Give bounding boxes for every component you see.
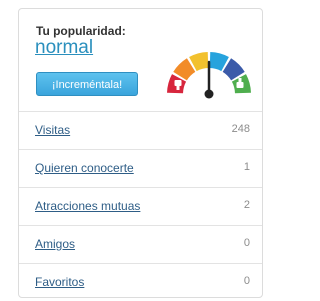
popularity-gauge: [167, 52, 251, 99]
stats-count-mutual-attractions: 2: [243, 199, 250, 211]
stats-count-want-to-meet: 1: [243, 161, 250, 173]
popularity-title: Tu popularidad:: [36, 24, 126, 38]
stats-row-friends[interactable]: Amigos 0: [19, 225, 262, 263]
stats-label-want-to-meet[interactable]: Quieren conocerte: [35, 161, 134, 175]
stats-label-friends[interactable]: Amigos: [35, 237, 75, 251]
popularity-panel: Tu popularidad: normal ¡Increméntala! Vi…: [18, 8, 263, 298]
stats-count-friends: 0: [243, 237, 250, 249]
gauge-hub: [204, 89, 214, 99]
stats-row-favorites[interactable]: Favoritos 0: [19, 263, 262, 301]
stats-count-visits: 248: [231, 123, 250, 135]
stats-label-mutual-attractions[interactable]: Atracciones mutuas: [35, 199, 140, 213]
stats-row-want-to-meet[interactable]: Quieren conocerte 1: [19, 149, 262, 187]
popularity-level-link[interactable]: normal: [35, 37, 93, 59]
stats-list: Visitas 248 Quieren conocerte 1 Atraccio…: [19, 111, 262, 301]
stats-row-visits[interactable]: Visitas 248: [19, 111, 262, 149]
stats-label-favorites[interactable]: Favoritos: [35, 275, 84, 289]
stats-label-visits[interactable]: Visitas: [35, 123, 70, 137]
increase-popularity-button[interactable]: ¡Increméntala!: [36, 72, 138, 96]
stats-count-favorites: 0: [243, 275, 250, 287]
stats-row-mutual-attractions[interactable]: Atracciones mutuas 2: [19, 187, 262, 225]
